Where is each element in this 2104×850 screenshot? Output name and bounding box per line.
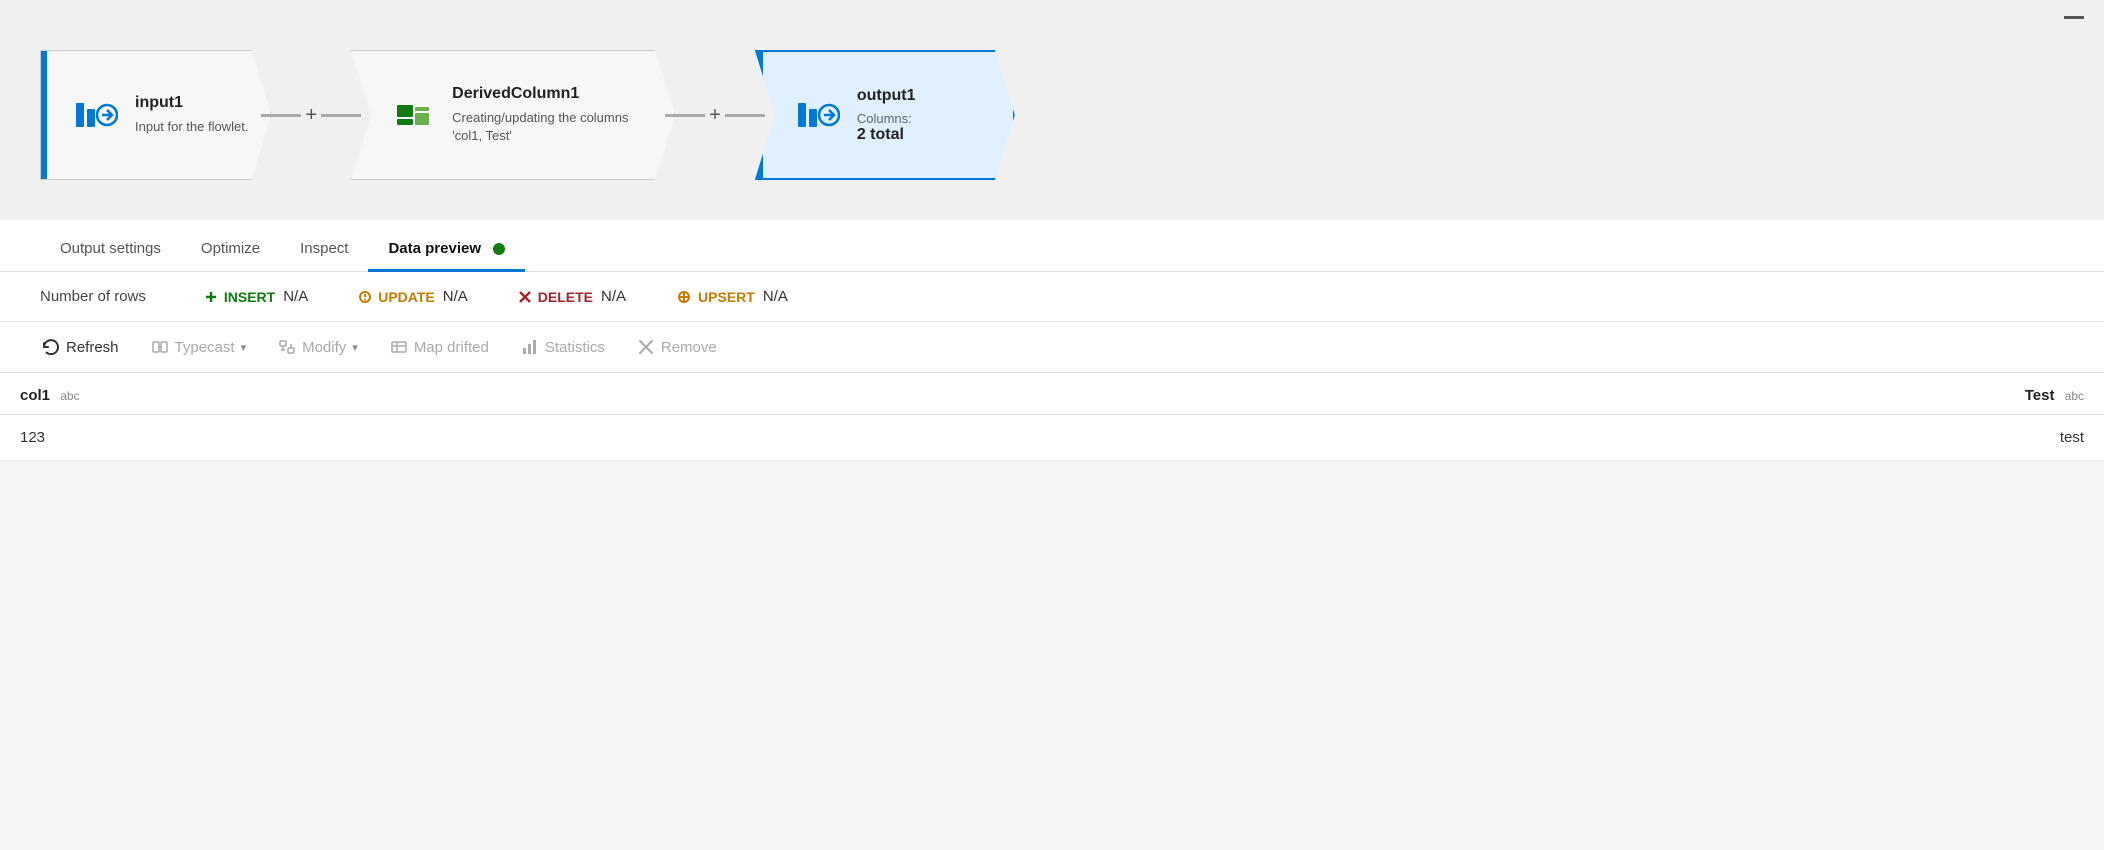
output1-title: output1 (857, 87, 916, 105)
tabs-section: Output settings Optimize Inspect Data pr… (0, 220, 2104, 272)
cell-test: test (1053, 415, 2104, 461)
derived-title: DerivedColumn1 (452, 85, 652, 103)
typecast-chevron: ▾ (241, 341, 247, 354)
modify-chevron: ▾ (352, 341, 358, 354)
col-header-col1[interactable]: col1 abc (0, 373, 1053, 415)
toolbar: Refresh Typecast ▾ Modify ▾ Map drifted (0, 322, 2104, 373)
typecast-button[interactable]: Typecast ▾ (149, 334, 249, 360)
add-connector-2[interactable]: + (709, 105, 721, 125)
number-of-rows-label: Number of rows (40, 288, 146, 305)
upsert-count: UPSERT N/A (676, 288, 788, 305)
update-badge: UPDATE (358, 289, 435, 305)
pipeline-node-input1[interactable]: input1 Input for the flowlet. (40, 50, 271, 180)
cell-col1: 123 (0, 415, 1053, 461)
tab-data-preview[interactable]: Data preview (368, 226, 525, 272)
statistics-button[interactable]: Statistics (519, 334, 607, 360)
statistics-icon (521, 338, 539, 356)
pipeline-node-derived[interactable]: DerivedColumn1 Creating/updating the col… (351, 50, 675, 180)
upsert-value: N/A (763, 288, 788, 305)
modify-button[interactable]: Modify ▾ (276, 334, 360, 360)
insert-value: N/A (283, 288, 308, 305)
input1-icon (71, 90, 121, 140)
insert-badge: INSERT (204, 289, 275, 305)
map-drifted-icon (390, 338, 408, 356)
connector-2: + (665, 105, 765, 125)
derived-icon (388, 90, 438, 140)
typecast-icon (151, 338, 169, 356)
map-drifted-button[interactable]: Map drifted (388, 334, 491, 360)
tab-optimize[interactable]: Optimize (181, 226, 280, 272)
insert-count: INSERT N/A (204, 288, 308, 305)
output1-columns: Columns: 2 total (857, 111, 916, 144)
table-row: 123 test (0, 415, 2104, 461)
remove-icon (637, 338, 655, 356)
add-connector-1[interactable]: + (305, 105, 317, 125)
refresh-button[interactable]: Refresh (40, 334, 121, 360)
update-count: UPDATE N/A (358, 288, 468, 305)
delete-value: N/A (601, 288, 626, 305)
remove-button[interactable]: Remove (635, 334, 719, 360)
update-value: N/A (443, 288, 468, 305)
upsert-badge: UPSERT (676, 289, 755, 305)
input1-subtitle: Input for the flowlet. (135, 118, 248, 136)
pipeline-node-output1[interactable]: output1 Columns: 2 total (755, 50, 1015, 180)
delete-badge: DELETE (518, 289, 593, 305)
row-counts-bar: Number of rows INSERT N/A UPDATE N/A (0, 272, 2104, 322)
tab-inspect[interactable]: Inspect (280, 226, 368, 272)
data-preview-dot (493, 243, 505, 255)
minimize-button[interactable] (2064, 16, 2084, 19)
refresh-icon (42, 338, 60, 356)
connector-1: + (261, 105, 361, 125)
modify-icon (278, 338, 296, 356)
data-table: col1 abc Test abc 123 test (0, 373, 2104, 461)
col-header-test[interactable]: Test abc (1053, 373, 2104, 415)
tab-output-settings[interactable]: Output settings (40, 226, 181, 272)
derived-subtitle: Creating/updating the columns 'col1, Tes… (452, 109, 652, 145)
delete-count: DELETE N/A (518, 288, 626, 305)
data-table-area: col1 abc Test abc 123 test (0, 373, 2104, 461)
pipeline-area: input1 Input for the flowlet. + DerivedC… (0, 0, 2104, 220)
input1-title: input1 (135, 94, 248, 112)
output1-icon (793, 90, 843, 140)
